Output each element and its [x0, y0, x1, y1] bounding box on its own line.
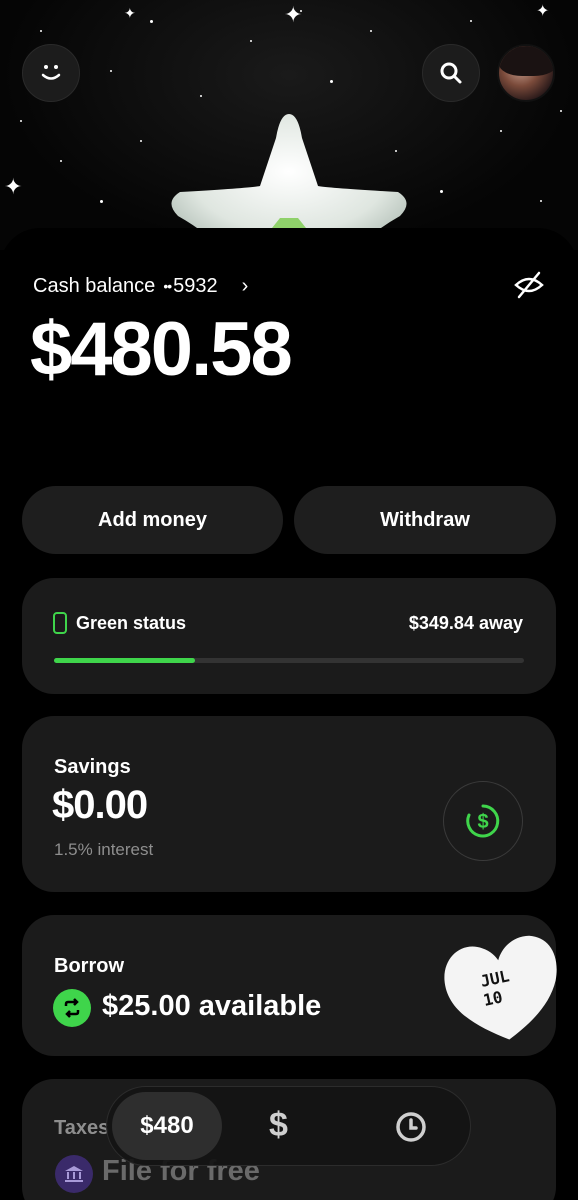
savings-button[interactable]: $ — [443, 781, 523, 861]
bank-icon — [55, 1155, 93, 1193]
savings-interest: 1.5% interest — [54, 840, 154, 859]
logo-button[interactable] — [22, 44, 80, 102]
search-button[interactable] — [422, 44, 480, 102]
star-dot — [150, 20, 153, 23]
savings-amount: $0.00 — [52, 783, 148, 827]
borrow-label: Borrow — [54, 955, 124, 977]
savings-card[interactable]: Savings $0.00 1.5% interest $ — [22, 716, 556, 892]
status-progress-fill — [54, 658, 195, 663]
search-icon — [440, 62, 462, 84]
sparkle-icon: ✦ — [284, 2, 303, 27]
star-dot — [440, 190, 443, 193]
savings-dollar-icon: $ — [466, 804, 500, 838]
star-dot — [500, 130, 502, 132]
taxes-label: Taxes — [54, 1117, 110, 1139]
account-last4: 5932 — [173, 274, 218, 297]
eye-off-icon[interactable] — [514, 270, 544, 300]
status-card-icon — [53, 612, 67, 634]
bottom-nav: $480 $ — [106, 1086, 471, 1166]
account-dots: •• — [163, 278, 172, 294]
avatar[interactable] — [497, 44, 555, 102]
star-dot — [140, 140, 142, 142]
status-away: $349.84 away — [408, 613, 523, 633]
green-status-card[interactable]: Green status $349.84 away — [22, 578, 556, 694]
svg-text:$: $ — [477, 811, 488, 833]
star-dot — [250, 40, 252, 42]
cash-balance-label: Cash balance — [33, 274, 156, 297]
borrow-amount: $25.00 available — [102, 990, 322, 1022]
sparkle-icon: ✦ — [4, 174, 23, 199]
sticker-day: 10 — [481, 987, 504, 1010]
status-label: Green status — [76, 613, 187, 633]
tab-balance[interactable]: $480 — [112, 1092, 222, 1160]
star-dot — [110, 70, 112, 72]
star-dot — [470, 20, 472, 22]
cash-balance-link[interactable]: Cash balance •• 5932 › — [33, 273, 248, 299]
star-dot — [200, 95, 202, 97]
avatar-hair — [499, 46, 553, 76]
smile-icon — [41, 65, 61, 80]
star-dot — [330, 80, 333, 83]
balance-amount: $480.58 — [30, 307, 293, 392]
status-progress-track — [54, 658, 524, 663]
savings-label: Savings — [54, 756, 131, 778]
add-money-button[interactable]: Add money — [22, 486, 283, 554]
clock-icon[interactable] — [395, 1111, 427, 1143]
sparkle-icon: ✦ — [536, 3, 550, 20]
star-dot — [20, 120, 22, 122]
star-dot — [100, 200, 103, 203]
star-dot — [40, 30, 42, 32]
borrow-refresh-icon — [53, 989, 91, 1027]
tab-pay[interactable]: $ — [269, 1105, 288, 1145]
star-dot — [560, 110, 562, 112]
star-dot — [540, 200, 542, 202]
withdraw-button[interactable]: Withdraw — [294, 486, 556, 554]
star-dot — [370, 30, 372, 32]
star-dot — [60, 160, 62, 162]
chevron-right-icon: › — [241, 274, 249, 297]
sparkle-icon: ✦ — [124, 5, 136, 21]
date-sticker-heart: JUL 10 — [444, 935, 557, 1040]
